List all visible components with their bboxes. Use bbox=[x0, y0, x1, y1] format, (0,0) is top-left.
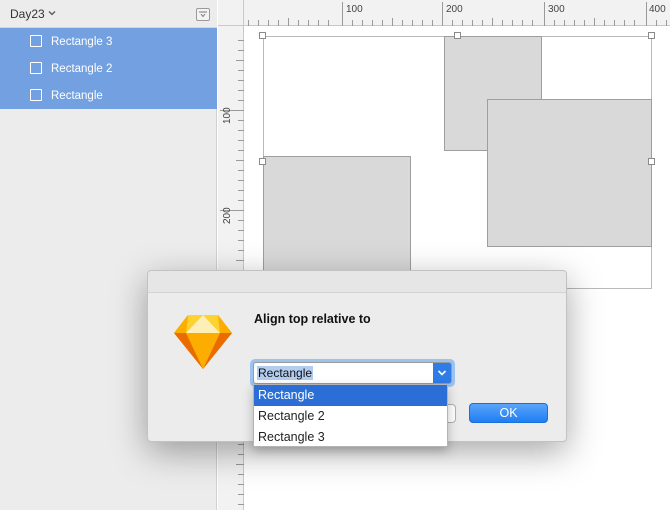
dialog-title: Align top relative to bbox=[254, 312, 371, 326]
page-selector[interactable]: Day23 bbox=[0, 0, 217, 28]
ruler-label: 100 bbox=[222, 107, 233, 124]
dropdown-option-rectangle-2[interactable]: Rectangle 2 bbox=[254, 406, 447, 427]
ruler-label: 200 bbox=[446, 4, 463, 15]
page-name[interactable]: Day23 bbox=[10, 7, 45, 21]
dropdown-option-rectangle[interactable]: Rectangle bbox=[254, 385, 447, 406]
layer-row-rectangle[interactable]: Rectangle bbox=[0, 82, 217, 109]
rectangle-shape[interactable] bbox=[263, 156, 411, 276]
dialog-titlebar[interactable] bbox=[148, 271, 566, 293]
collapse-panel-icon[interactable] bbox=[196, 8, 210, 21]
select-dropdown-menu: Rectangle Rectangle 2 Rectangle 3 bbox=[253, 384, 448, 447]
horizontal-ruler[interactable]: 100 200 300 400 bbox=[218, 0, 670, 26]
layer-label: Rectangle 2 bbox=[51, 63, 113, 75]
ruler-label: 400 bbox=[649, 4, 666, 15]
ruler-label: 200 bbox=[222, 207, 233, 224]
resize-handle[interactable] bbox=[259, 158, 266, 165]
rectangle-3-shape[interactable] bbox=[487, 99, 652, 247]
align-target-select[interactable]: Rectangle bbox=[253, 362, 452, 384]
chevron-down-icon[interactable] bbox=[433, 363, 451, 383]
rectangle-layer-icon bbox=[30, 89, 42, 101]
rectangle-layer-icon bbox=[30, 62, 42, 74]
layer-label: Rectangle 3 bbox=[51, 36, 113, 48]
sketch-diamond-icon bbox=[174, 315, 232, 369]
layer-row-rectangle-3[interactable]: Rectangle 3 bbox=[0, 28, 217, 55]
select-value[interactable]: Rectangle bbox=[257, 366, 314, 380]
dropdown-option-rectangle-3[interactable]: Rectangle 3 bbox=[254, 427, 447, 448]
resize-handle[interactable] bbox=[648, 32, 655, 39]
ok-button[interactable]: OK bbox=[469, 403, 548, 423]
resize-handle[interactable] bbox=[259, 32, 266, 39]
ruler-label: 100 bbox=[346, 4, 363, 15]
resize-handle[interactable] bbox=[454, 32, 461, 39]
rectangle-layer-icon bbox=[30, 35, 42, 47]
layer-row-rectangle-2[interactable]: Rectangle 2 bbox=[0, 55, 217, 82]
resize-handle[interactable] bbox=[648, 158, 655, 165]
chevron-down-icon[interactable] bbox=[47, 8, 57, 18]
ruler-corner bbox=[218, 0, 244, 26]
ruler-label: 300 bbox=[548, 4, 565, 15]
layer-label: Rectangle bbox=[51, 90, 103, 102]
ruler-ticks bbox=[238, 2, 667, 26]
align-dialog: Align top relative to Rectangle OK Recta… bbox=[147, 270, 567, 447]
